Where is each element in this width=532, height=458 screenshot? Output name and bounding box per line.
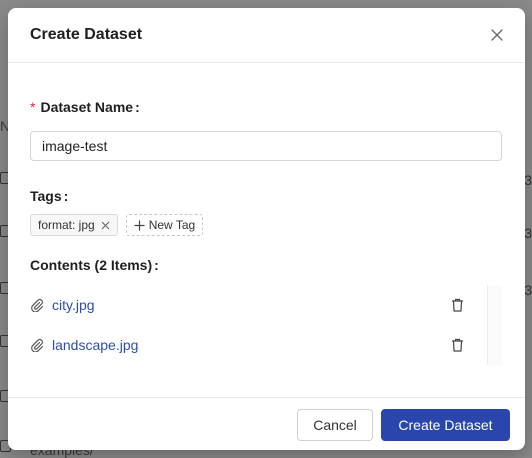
dataset-name-label: * Dataset Name: [30, 99, 140, 115]
paperclip-icon [31, 338, 44, 352]
plus-icon [134, 219, 145, 231]
create-dataset-modal: Create Dataset *Dataset Name: Tags: form… [8, 8, 525, 450]
close-icon[interactable] [489, 27, 505, 43]
tag-label: format: jpg [38, 218, 95, 232]
contents-label: Contents (2 Items): [30, 257, 159, 273]
tags-label: Tags: [30, 188, 68, 204]
dataset-name-label-text: Dataset Name [40, 99, 134, 115]
background-fragment-right: 3 [524, 172, 532, 188]
label-colon: : [154, 257, 159, 273]
file-list: city.jpg landscape.jpg [30, 285, 502, 365]
modal-footer: Cancel Create Dataset [8, 397, 525, 450]
tags-row: format: jpg New Tag [30, 214, 204, 236]
contents-label-text: Contents (2 Items) [30, 257, 153, 273]
tag-close-icon[interactable] [101, 221, 110, 230]
background-fragment-right: 3 [524, 225, 532, 241]
file-item: landscape.jpg [30, 325, 502, 365]
new-tag-label: New Tag [148, 218, 196, 232]
file-list-scrollbar[interactable] [487, 285, 502, 365]
create-dataset-button[interactable]: Create Dataset [381, 409, 510, 441]
modal-title: Create Dataset [30, 26, 143, 43]
background-fragment-right: 3 [524, 282, 532, 298]
cancel-button[interactable]: Cancel [297, 409, 373, 441]
tag-format-jpg: format: jpg [30, 214, 118, 236]
required-mark: * [30, 99, 36, 115]
file-item: city.jpg [30, 285, 502, 325]
new-tag-button[interactable]: New Tag [125, 214, 204, 236]
paperclip-icon [31, 298, 44, 312]
trash-icon[interactable] [451, 338, 464, 352]
trash-icon[interactable] [451, 298, 464, 312]
dataset-name-input[interactable] [30, 131, 502, 161]
modal-header: Create Dataset [8, 8, 525, 63]
label-colon: : [135, 99, 140, 115]
label-colon: : [63, 188, 69, 204]
tags-label-text: Tags [30, 188, 62, 204]
file-link[interactable]: city.jpg [52, 297, 95, 313]
file-link[interactable]: landscape.jpg [52, 337, 138, 353]
